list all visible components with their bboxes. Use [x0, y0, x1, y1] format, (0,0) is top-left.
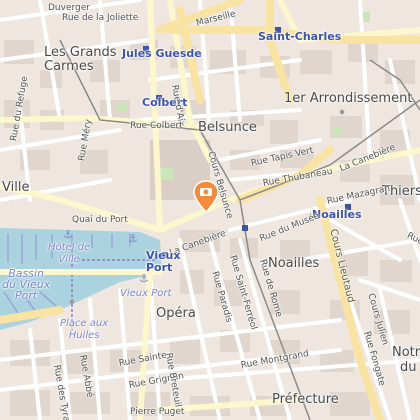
- district-label-1er-arrondissement: 1er Arrondissement: [284, 91, 413, 106]
- water-label-place-aux-huiles: Place aux Huiles: [60, 318, 109, 341]
- district-label-belsunce: Belsunce: [198, 120, 257, 135]
- station-label-saint-charles[interactable]: Saint-Charles: [258, 31, 341, 43]
- district-label-grands-carmes: Les Grands Carmes: [44, 45, 117, 74]
- district-label-notre: Notre: [392, 345, 420, 360]
- district-label-ville: Ville: [2, 180, 30, 195]
- district-label-opera: Opéra: [156, 306, 196, 321]
- water-label-bassin: Bassin du Vieux Port: [2, 267, 51, 302]
- street-label-pierre-puget: Pierre Puget: [130, 407, 185, 417]
- district-label-noailles: Noailles: [268, 256, 320, 271]
- district-label-prefecture: Préfecture: [272, 392, 339, 407]
- map-view[interactable]: ⚓ ⚓ ⚓ Duverger Rue de la Joliette Marsei…: [0, 0, 420, 420]
- water-label-hotel-de-ville: Hôtel de Ville: [48, 242, 91, 265]
- street-label-joliette: Rue de la Joliette: [62, 13, 139, 23]
- anchor-icon: ⚓: [128, 232, 138, 245]
- anchor-icon: ⚓: [63, 228, 73, 241]
- location-pin-marker[interactable]: [193, 180, 219, 214]
- street-label-rue-colbert: Rue Colbert: [130, 121, 183, 131]
- station-label-jules-guesde[interactable]: Jules Guesde: [122, 48, 202, 60]
- water-label-vieux-port: Vieux Port: [120, 288, 172, 299]
- street-label-quai-du-port: Quai du Port: [72, 215, 128, 225]
- district-label-du: du: [400, 360, 417, 375]
- map-pin-camera-icon: [193, 180, 219, 214]
- station-label-vieux-port[interactable]: Vieux Port: [146, 250, 180, 274]
